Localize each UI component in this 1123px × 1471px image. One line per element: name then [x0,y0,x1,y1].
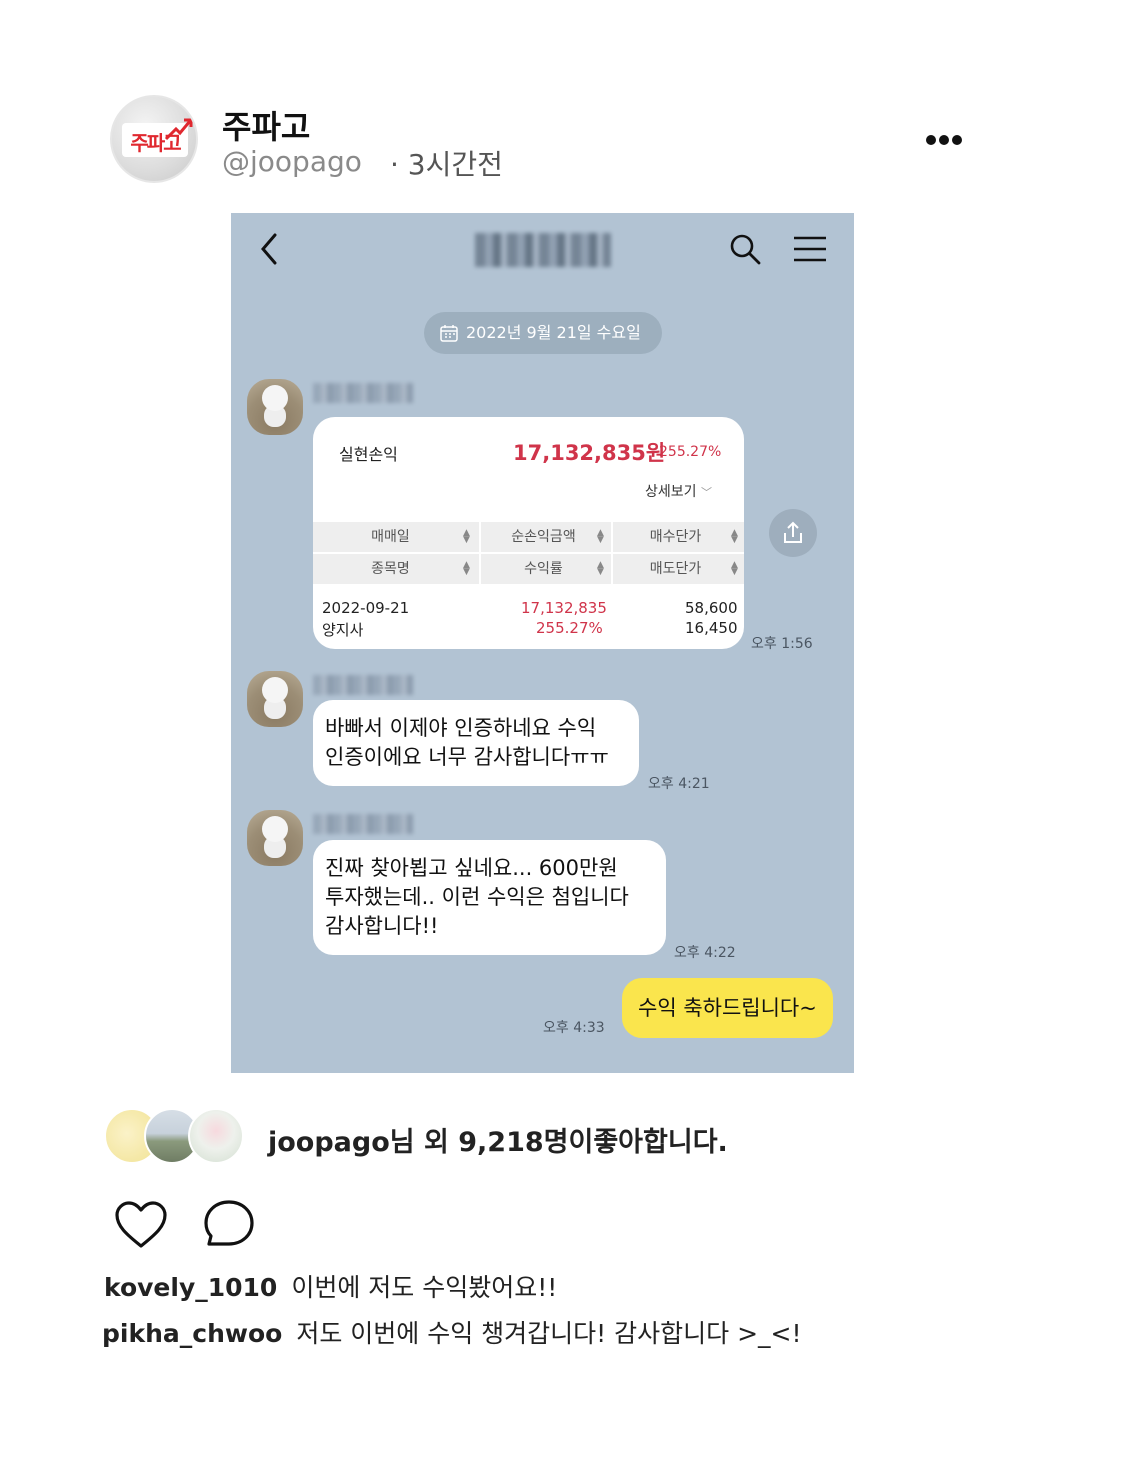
card-label: 실현손익 [339,445,398,464]
sort-icon[interactable]: ▲ ▼ [463,561,470,577]
buy-price: 58,600 [685,599,738,617]
message-time: 오후 4:22 [674,945,736,961]
message-time: 오후 4:21 [648,776,710,792]
chevron-down-icon: ﹀ [700,486,712,499]
comment-user[interactable]: kovely_1010 [104,1273,277,1302]
comment-text: 이번에 저도 수익봤어요!! [291,1273,558,1302]
message-time: 오후 4:33 [543,1020,605,1036]
friend-avatar[interactable] [247,379,303,435]
friend-avatar[interactable] [247,810,303,866]
avatar [188,1108,244,1164]
sort-icon[interactable]: ▲ ▼ [731,561,738,577]
message-line: 바빠서 이제야 인증하네요 수익 [325,716,597,740]
chat-title-blurred [475,233,611,267]
profit-card[interactable]: 실현손익 17,132,835원 255.27% 상세보기 ﹀ 매매일 ▲ ▼ 순… [313,417,744,649]
search-icon[interactable] [729,233,761,265]
sort-icon[interactable]: ▲ ▼ [597,561,604,577]
more-icon[interactable] [926,130,968,150]
profile-avatar[interactable]: 주파고 [110,95,198,183]
menu-icon[interactable] [793,235,827,263]
column-header[interactable]: 매도단가 [613,554,738,584]
net-profit: 17,132,835 [521,599,607,617]
profit-amount: 17,132,835원 [513,441,666,465]
friend-avatar[interactable] [247,671,303,727]
share-button[interactable] [769,509,817,557]
message-bubble[interactable]: 바빠서 이제야 인증하네요 수익 인증이에요 너무 감사합니다ㅠㅠ [313,700,639,786]
date-divider: 2022년 9월 21일 수요일 [424,312,662,354]
heart-icon[interactable] [114,1200,168,1250]
profit-percent: 255.27% [659,444,722,460]
chat-screenshot: 2022년 9월 21일 수요일 실현손익 17,132,835원 255.27… [231,213,854,1073]
share-icon [784,521,802,543]
rising-arrow-icon [164,118,193,141]
my-message-bubble[interactable]: 수익 축하드립니다~ [622,978,833,1038]
comment-icon[interactable] [202,1198,256,1250]
liker-avatars[interactable] [104,1108,254,1166]
sort-icon[interactable]: ▲ ▼ [731,529,738,545]
sort-icon[interactable]: ▲ ▼ [463,529,470,545]
message-line: 투자했는데.. 이런 수익은 첨입니다 [325,885,629,909]
column-header[interactable]: 순손익금액 [481,522,606,552]
column-header[interactable]: 종목명 [313,554,468,584]
sort-icon[interactable]: ▲ ▼ [597,529,604,545]
detail-label: 상세보기 [645,484,697,500]
account-name[interactable]: 주파고 [222,102,310,148]
stock-name: 양지사 [322,621,364,639]
comment-user[interactable]: pikha_chwoo [102,1319,282,1348]
column-header[interactable]: 매수단가 [613,522,738,552]
likes-count[interactable]: joopago님 외 9,218명이좋아합니다. [268,1120,728,1159]
detail-link[interactable]: 상세보기 ﹀ [645,481,712,501]
message-line: 인증이에요 너무 감사합니다ㅠㅠ [325,745,609,769]
return-rate: 255.27% [536,619,603,637]
table-header-row: 매매일 ▲ ▼ 순손익금액 ▲ ▼ 매수단가 ▲ ▼ [313,522,744,552]
message-time: 오후 1:56 [751,636,813,652]
table-header-row: 종목명 ▲ ▼ 수익률 ▲ ▼ 매도단가 ▲ ▼ [313,554,744,584]
message-line: 진짜 찾아뵙고 싶네요... 600만원 [325,856,618,880]
date-text: 2022년 9월 21일 수요일 [466,323,641,342]
friend-name-blurred [313,383,413,403]
comment: pikha_chwoo 저도 이번에 수익 챙겨갑니다! 감사합니다 >_<! [102,1314,802,1350]
message-line: 감사합니다!! [325,914,439,938]
sell-price: 16,450 [685,619,738,637]
back-icon[interactable] [255,231,285,267]
calendar-icon [440,325,458,342]
comment: kovely_1010 이번에 저도 수익봤어요!! [104,1268,557,1304]
column-header[interactable]: 매매일 [313,522,468,552]
comment-text: 저도 이번에 수익 챙겨갑니다! 감사합니다 >_<! [296,1319,802,1348]
brand-logo: 주파고 [122,118,193,157]
column-header[interactable]: 수익률 [481,554,606,584]
message-bubble[interactable]: 진짜 찾아뵙고 싶네요... 600만원 투자했는데.. 이런 수익은 첨입니다… [313,840,666,955]
friend-name-blurred [313,675,413,695]
trade-date: 2022-09-21 [322,599,410,617]
account-handle[interactable]: @joopago [222,145,362,178]
post-time: · 3시간전 [390,148,503,181]
friend-name-blurred [313,814,413,834]
